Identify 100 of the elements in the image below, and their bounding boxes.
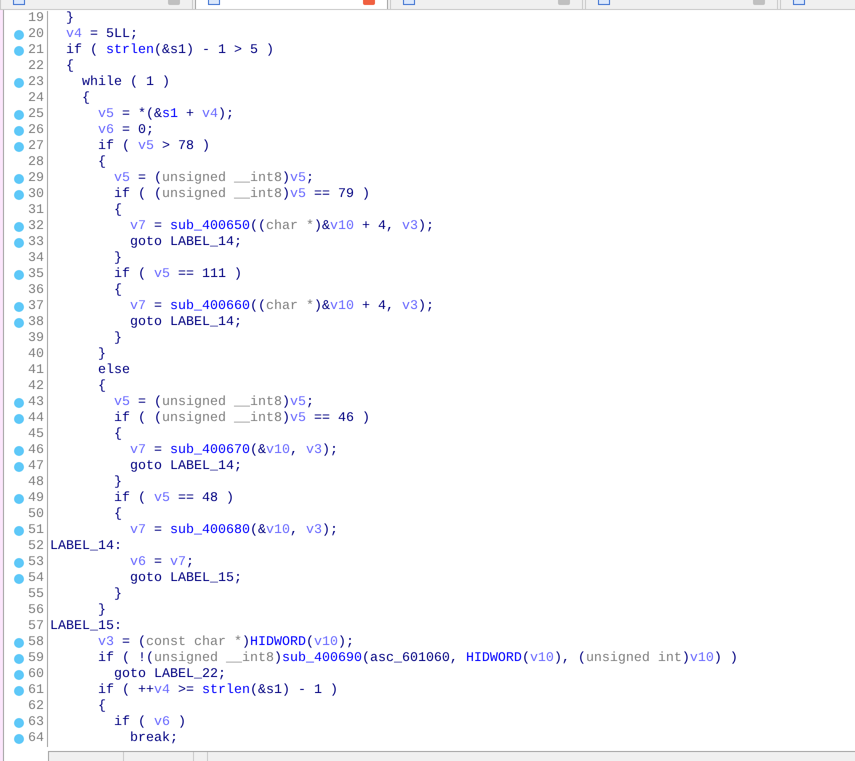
line-number: 64 bbox=[28, 731, 44, 747]
line-number: 46 bbox=[28, 443, 44, 459]
code-line: goto LABEL_14; bbox=[128, 235, 242, 251]
line-number: 21 bbox=[28, 43, 44, 59]
code-line: { bbox=[112, 507, 122, 523]
window-icon bbox=[208, 0, 220, 5]
line-number: 27 bbox=[28, 139, 44, 155]
line-number: 59 bbox=[28, 651, 44, 667]
line-number: 47 bbox=[28, 459, 44, 475]
line-number: 50 bbox=[28, 507, 44, 523]
code-line: v3 = (const char *)HIDWORD(v10); bbox=[96, 635, 354, 651]
code-line: v7 = sub_400680(&v10, v3); bbox=[128, 523, 338, 539]
code-line: { bbox=[96, 155, 106, 171]
line-number: 44 bbox=[28, 411, 44, 427]
line-number: 63 bbox=[28, 715, 44, 731]
line-number: 19 bbox=[28, 11, 44, 27]
line-number: 35 bbox=[28, 267, 44, 283]
line-number: 38 bbox=[28, 315, 44, 331]
line-number: 40 bbox=[28, 347, 44, 363]
code-line: v6 = v7; bbox=[128, 555, 194, 571]
code-line: else bbox=[96, 363, 130, 379]
tab[interactable] bbox=[195, 0, 388, 9]
line-number: 48 bbox=[28, 475, 44, 491]
line-number: 53 bbox=[28, 555, 44, 571]
code-line: if ( (unsigned __int8)v5 == 46 ) bbox=[112, 411, 370, 427]
code-line: } bbox=[112, 475, 122, 491]
line-number: 26 bbox=[28, 123, 44, 139]
code-line: if ( !(unsigned __int8)sub_400690(asc_601060, HIDWORD(v10), (unsigned int)v10) ) bbox=[96, 651, 738, 667]
window-icon bbox=[598, 0, 610, 5]
line-number: 52 bbox=[28, 539, 44, 555]
line-number: 23 bbox=[28, 75, 44, 91]
code-line: v4 = 5LL; bbox=[64, 27, 138, 43]
code-line: { bbox=[96, 699, 106, 715]
line-number: 55 bbox=[28, 587, 44, 603]
line-number: 54 bbox=[28, 571, 44, 587]
code-line: while ( 1 ) bbox=[80, 75, 170, 91]
line-number: 28 bbox=[28, 155, 44, 171]
line-number: 25 bbox=[28, 107, 44, 123]
line-number: 34 bbox=[28, 251, 44, 267]
code-line: if ( v5 == 48 ) bbox=[112, 491, 234, 507]
code-line: { bbox=[80, 91, 90, 107]
window-icon bbox=[13, 0, 25, 5]
line-number: 22 bbox=[28, 59, 44, 75]
window-icon bbox=[793, 0, 805, 5]
code-line: if ( (unsigned __int8)v5 == 79 ) bbox=[112, 187, 370, 203]
code-line: if ( v5 == 111 ) bbox=[112, 267, 242, 283]
code-line: } bbox=[96, 603, 106, 619]
close-icon[interactable] bbox=[168, 0, 180, 5]
code-line: { bbox=[96, 379, 106, 395]
close-icon[interactable] bbox=[363, 0, 375, 5]
code-line: goto LABEL_15; bbox=[128, 571, 242, 587]
code-line: v7 = sub_400670(&v10, v3); bbox=[128, 443, 338, 459]
code-line: v5 = (unsigned __int8)v5; bbox=[112, 171, 314, 187]
line-number: 62 bbox=[28, 699, 44, 715]
line-number: 42 bbox=[28, 379, 44, 395]
code-line: v5 = *(&s1 + v4); bbox=[96, 107, 234, 123]
line-number: 29 bbox=[28, 171, 44, 187]
close-icon[interactable] bbox=[558, 0, 570, 5]
line-number: 31 bbox=[28, 203, 44, 219]
line-number: 58 bbox=[28, 635, 44, 651]
line-number: 33 bbox=[28, 235, 44, 251]
code-line: { bbox=[112, 427, 122, 443]
code-line: v7 = sub_400660((char *)&v10 + 4, v3); bbox=[128, 299, 434, 315]
code-line: } bbox=[112, 587, 122, 603]
code-line: v7 = sub_400650((char *)&v10 + 4, v3); bbox=[128, 219, 434, 235]
close-icon[interactable] bbox=[753, 0, 765, 5]
code-line: if ( ++v4 >= strlen(&s1) - 1 ) bbox=[96, 683, 338, 699]
line-number: 61 bbox=[28, 683, 44, 699]
line-number: 57 bbox=[28, 619, 44, 635]
code-line: } bbox=[96, 347, 106, 363]
code-line: { bbox=[64, 59, 74, 75]
line-number: 49 bbox=[28, 491, 44, 507]
code-line: } bbox=[112, 331, 122, 347]
code-line: { bbox=[112, 283, 122, 299]
line-number: 56 bbox=[28, 603, 44, 619]
code-line: if ( v5 > 78 ) bbox=[96, 139, 210, 155]
code-line: v6 = 0; bbox=[96, 123, 154, 139]
line-number: 24 bbox=[28, 91, 44, 107]
line-number: 30 bbox=[28, 187, 44, 203]
line-number: 41 bbox=[28, 363, 44, 379]
code-line: goto LABEL_14; bbox=[128, 459, 242, 475]
line-number: 43 bbox=[28, 395, 44, 411]
line-number: 20 bbox=[28, 27, 44, 43]
code-line: { bbox=[112, 203, 122, 219]
code-line: break; bbox=[128, 731, 178, 747]
code-line: v5 = (unsigned __int8)v5; bbox=[112, 395, 314, 411]
code-line: } bbox=[64, 11, 74, 27]
code-line: if ( strlen(&s1) - 1 > 5 ) bbox=[64, 43, 274, 59]
line-number: 45 bbox=[28, 427, 44, 443]
line-number: 39 bbox=[28, 331, 44, 347]
code-line: goto LABEL_14; bbox=[128, 315, 242, 331]
code-line: } bbox=[112, 251, 122, 267]
code-line: LABEL_15: bbox=[50, 619, 122, 635]
code-line: LABEL_14: bbox=[50, 539, 122, 555]
line-number: 37 bbox=[28, 299, 44, 315]
window-icon bbox=[403, 0, 415, 5]
line-number: 32 bbox=[28, 219, 44, 235]
line-number: 51 bbox=[28, 523, 44, 539]
line-number: 60 bbox=[28, 667, 44, 683]
code-line: if ( v6 ) bbox=[112, 715, 186, 731]
